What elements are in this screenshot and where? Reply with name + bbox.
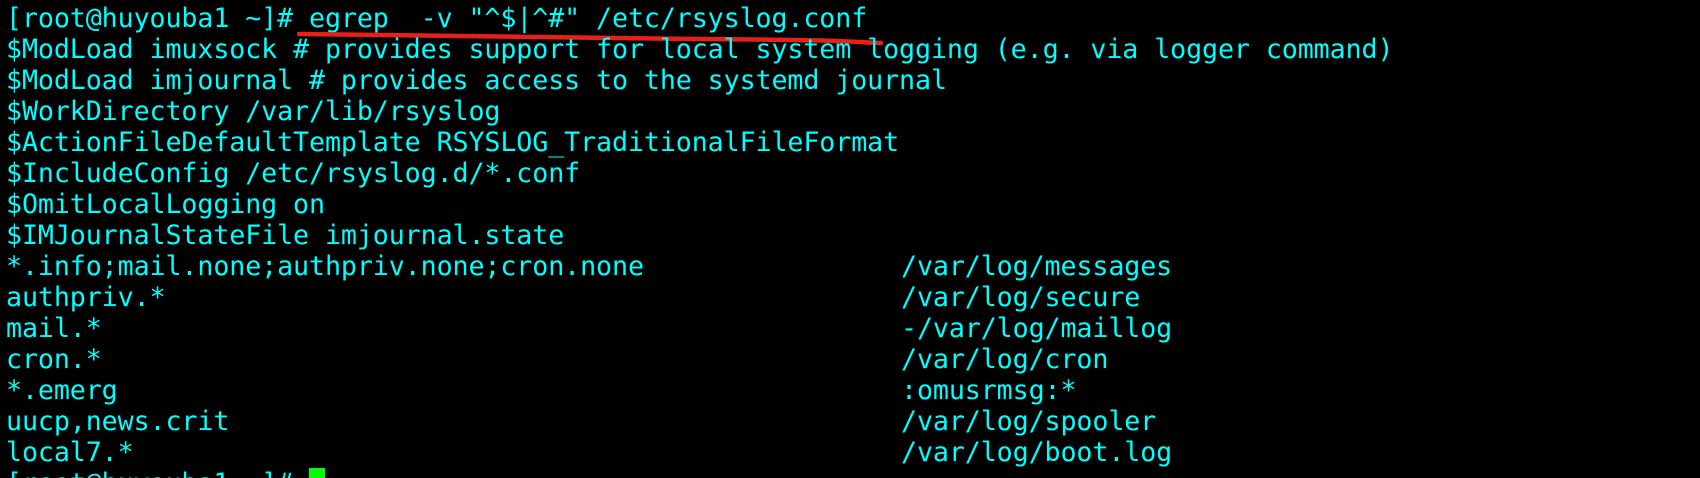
rule-selector: uucp,news.crit	[6, 406, 230, 437]
shell-prompt: [root@huyouba1 ~]#	[6, 3, 309, 34]
rule-action: /var/log/boot.log	[901, 437, 1173, 468]
output-line: $IncludeConfig /etc/rsyslog.d/*.conf	[6, 158, 581, 189]
rule-selector: mail.*	[6, 313, 102, 344]
rule-action: -/var/log/maillog	[901, 313, 1173, 344]
output-line: $OmitLocalLogging on	[6, 189, 325, 220]
output-line: $ModLoad imjournal # provides access to …	[6, 65, 947, 96]
rule-selector: authpriv.*	[6, 282, 166, 313]
rule-action: /var/log/spooler	[901, 406, 1157, 437]
shell-prompt: [root@huyouba1 ~]#	[6, 468, 309, 478]
terminal-window[interactable]: [root@huyouba1 ~]# egrep -v "^$|^#" /etc…	[0, 0, 1700, 478]
rule-action: /var/log/secure	[901, 282, 1141, 313]
rule-selector: *.info;mail.none;authpriv.none;cron.none	[6, 251, 644, 282]
output-line: $ActionFileDefaultTemplate RSYSLOG_Tradi…	[6, 127, 900, 158]
rule-selector: cron.*	[6, 344, 102, 375]
rule-action: /var/log/cron	[901, 344, 1109, 375]
output-line: $ModLoad imuxsock # provides support for…	[6, 34, 1394, 65]
rule-selector: *.emerg	[6, 375, 118, 406]
input-line[interactable]: [root@huyouba1 ~]#	[6, 468, 325, 478]
rule-action: /var/log/messages	[901, 251, 1173, 282]
output-line: $WorkDirectory /var/lib/rsyslog	[6, 96, 501, 127]
output-line: $IMJournalStateFile imjournal.state	[6, 220, 565, 251]
command-line: [root@huyouba1 ~]# egrep -v "^$|^#" /etc…	[6, 3, 867, 34]
rule-action: :omusrmsg:*	[901, 375, 1077, 406]
rule-selector: local7.*	[6, 437, 134, 468]
text-cursor	[309, 468, 325, 478]
egrep-command: egrep -v "^$|^#" /etc/rsyslog.conf	[309, 3, 868, 34]
